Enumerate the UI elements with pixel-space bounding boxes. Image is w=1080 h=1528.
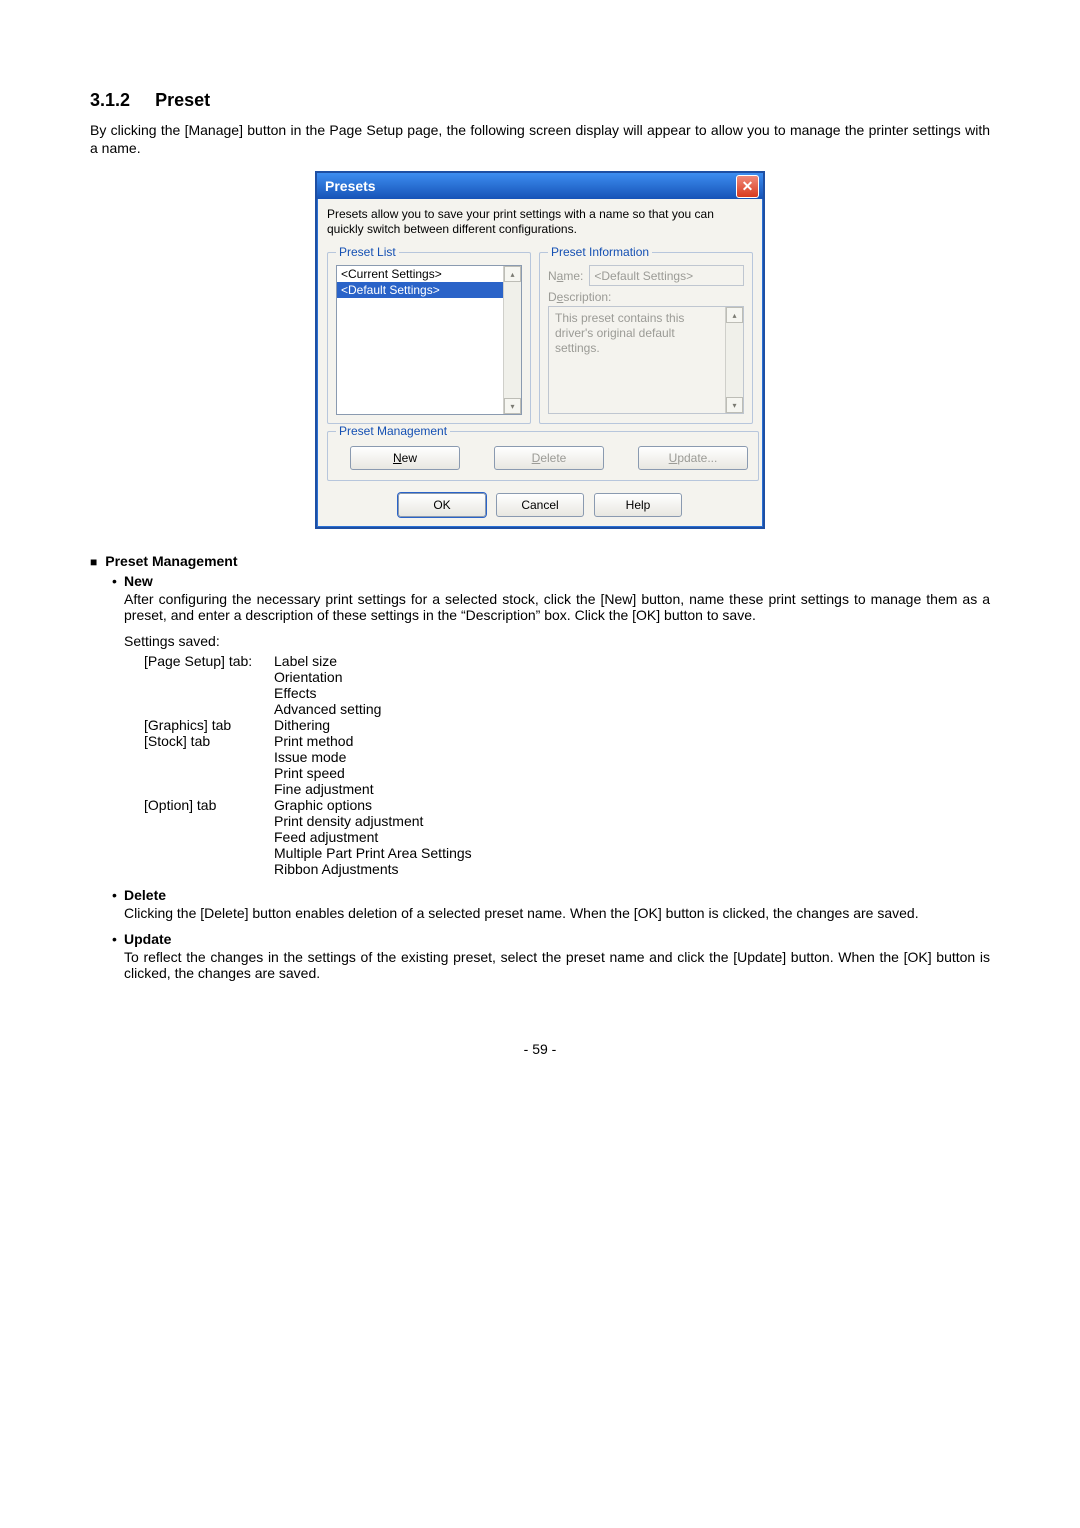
settings-row: Multiple Part Print Area Settings: [144, 845, 990, 861]
settings-tab-label: [Page Setup] tab:: [144, 653, 274, 669]
settings-item: Effects: [274, 685, 990, 701]
preset-list-legend: Preset List: [336, 245, 399, 259]
section-number: 3.1.2: [90, 90, 130, 110]
close-button[interactable]: ✕: [736, 175, 759, 198]
settings-item: Print density adjustment: [274, 813, 990, 829]
settings-item: Fine adjustment: [274, 781, 990, 797]
intro-text: By clicking the [Manage] button in the P…: [90, 121, 990, 157]
preset-management-group: Preset Management New Delete Update...: [327, 424, 759, 481]
presets-dialog: Presets ✕ Presets allow you to save your…: [315, 171, 765, 529]
settings-row: Effects: [144, 685, 990, 701]
name-label: Name:: [548, 269, 583, 283]
scroll-down-icon[interactable]: ▾: [726, 397, 743, 413]
settings-row: Ribbon Adjustments: [144, 861, 990, 877]
settings-tab-label: [144, 701, 274, 717]
ok-button[interactable]: OK: [398, 493, 486, 517]
settings-tab-label: [144, 669, 274, 685]
update-body: To reflect the changes in the settings o…: [124, 949, 990, 981]
settings-row: Issue mode: [144, 749, 990, 765]
settings-tab-label: [144, 685, 274, 701]
scroll-up-icon[interactable]: ▴: [726, 307, 743, 323]
preset-management-legend: Preset Management: [336, 424, 450, 438]
preset-info-legend: Preset Information: [548, 245, 652, 259]
settings-item: Print speed: [274, 765, 990, 781]
settings-item: Print method: [274, 733, 990, 749]
settings-item: Feed adjustment: [274, 829, 990, 845]
listbox-scrollbar[interactable]: ▴ ▾: [503, 266, 521, 414]
settings-saved-table: [Page Setup] tab:Label sizeOrientationEf…: [144, 653, 990, 877]
new-body: After configuring the necessary print se…: [124, 591, 990, 623]
preset-list-group: Preset List <Current Settings> <Default …: [327, 245, 531, 424]
settings-item: Graphic options: [274, 797, 990, 813]
dialog-subtitle: Presets allow you to save your print set…: [327, 207, 753, 237]
name-value: <Default Settings>: [594, 269, 693, 283]
settings-item: Advanced setting: [274, 701, 990, 717]
preset-listbox[interactable]: <Current Settings> <Default Settings> ▴ …: [336, 265, 522, 415]
settings-row: Feed adjustment: [144, 829, 990, 845]
settings-item: Dithering: [274, 717, 990, 733]
dialog-titlebar[interactable]: Presets ✕: [317, 173, 763, 199]
settings-item: Issue mode: [274, 749, 990, 765]
settings-row: [Option] tabGraphic options: [144, 797, 990, 813]
delete-heading: Delete: [124, 887, 166, 903]
help-button[interactable]: Help: [594, 493, 682, 517]
settings-row: Fine adjustment: [144, 781, 990, 797]
scroll-down-icon[interactable]: ▾: [504, 398, 521, 414]
settings-item: Orientation: [274, 669, 990, 685]
update-button[interactable]: Update...: [638, 446, 748, 470]
settings-tab-label: [144, 781, 274, 797]
settings-tab-label: [Graphics] tab: [144, 717, 274, 733]
settings-row: Print density adjustment: [144, 813, 990, 829]
section-heading: 3.1.2 Preset: [90, 90, 990, 111]
settings-tab-label: [144, 749, 274, 765]
preset-management-heading: Preset Management: [90, 553, 990, 569]
settings-tab-label: [144, 845, 274, 861]
scroll-up-icon[interactable]: ▴: [504, 266, 521, 282]
settings-item: Label size: [274, 653, 990, 669]
list-item[interactable]: <Current Settings>: [337, 266, 503, 282]
close-icon: ✕: [742, 179, 754, 193]
list-item[interactable]: <Default Settings>: [337, 282, 503, 298]
settings-row: [Stock] tabPrint method: [144, 733, 990, 749]
settings-tab-label: [144, 829, 274, 845]
settings-row: [Page Setup] tab:Label size: [144, 653, 990, 669]
settings-tab-label: [144, 861, 274, 877]
name-input: <Default Settings>: [589, 265, 744, 286]
settings-tab-label: [144, 765, 274, 781]
settings-tab-label: [144, 813, 274, 829]
settings-item: Multiple Part Print Area Settings: [274, 845, 990, 861]
section-title: Preset: [155, 90, 210, 110]
new-button[interactable]: New: [350, 446, 460, 470]
settings-saved-label: Settings saved:: [124, 633, 990, 649]
delete-body: Clicking the [Delete] button enables del…: [124, 905, 990, 921]
dialog-title: Presets: [325, 178, 376, 194]
settings-row: Advanced setting: [144, 701, 990, 717]
settings-row: Orientation: [144, 669, 990, 685]
new-heading: New: [124, 573, 153, 589]
page-number: - 59 -: [90, 1041, 990, 1057]
settings-row: [Graphics] tabDithering: [144, 717, 990, 733]
settings-row: Print speed: [144, 765, 990, 781]
settings-tab-label: [Stock] tab: [144, 733, 274, 749]
description-scrollbar[interactable]: ▴ ▾: [725, 307, 743, 413]
description-value: This preset contains this driver's origi…: [549, 307, 725, 413]
settings-item: Ribbon Adjustments: [274, 861, 990, 877]
description-label: Description:: [548, 290, 744, 304]
preset-info-group: Preset Information Name: <Default Settin…: [539, 245, 753, 424]
description-box: This preset contains this driver's origi…: [548, 306, 744, 414]
cancel-button[interactable]: Cancel: [496, 493, 584, 517]
update-heading: Update: [124, 931, 171, 947]
settings-tab-label: [Option] tab: [144, 797, 274, 813]
delete-button[interactable]: Delete: [494, 446, 604, 470]
